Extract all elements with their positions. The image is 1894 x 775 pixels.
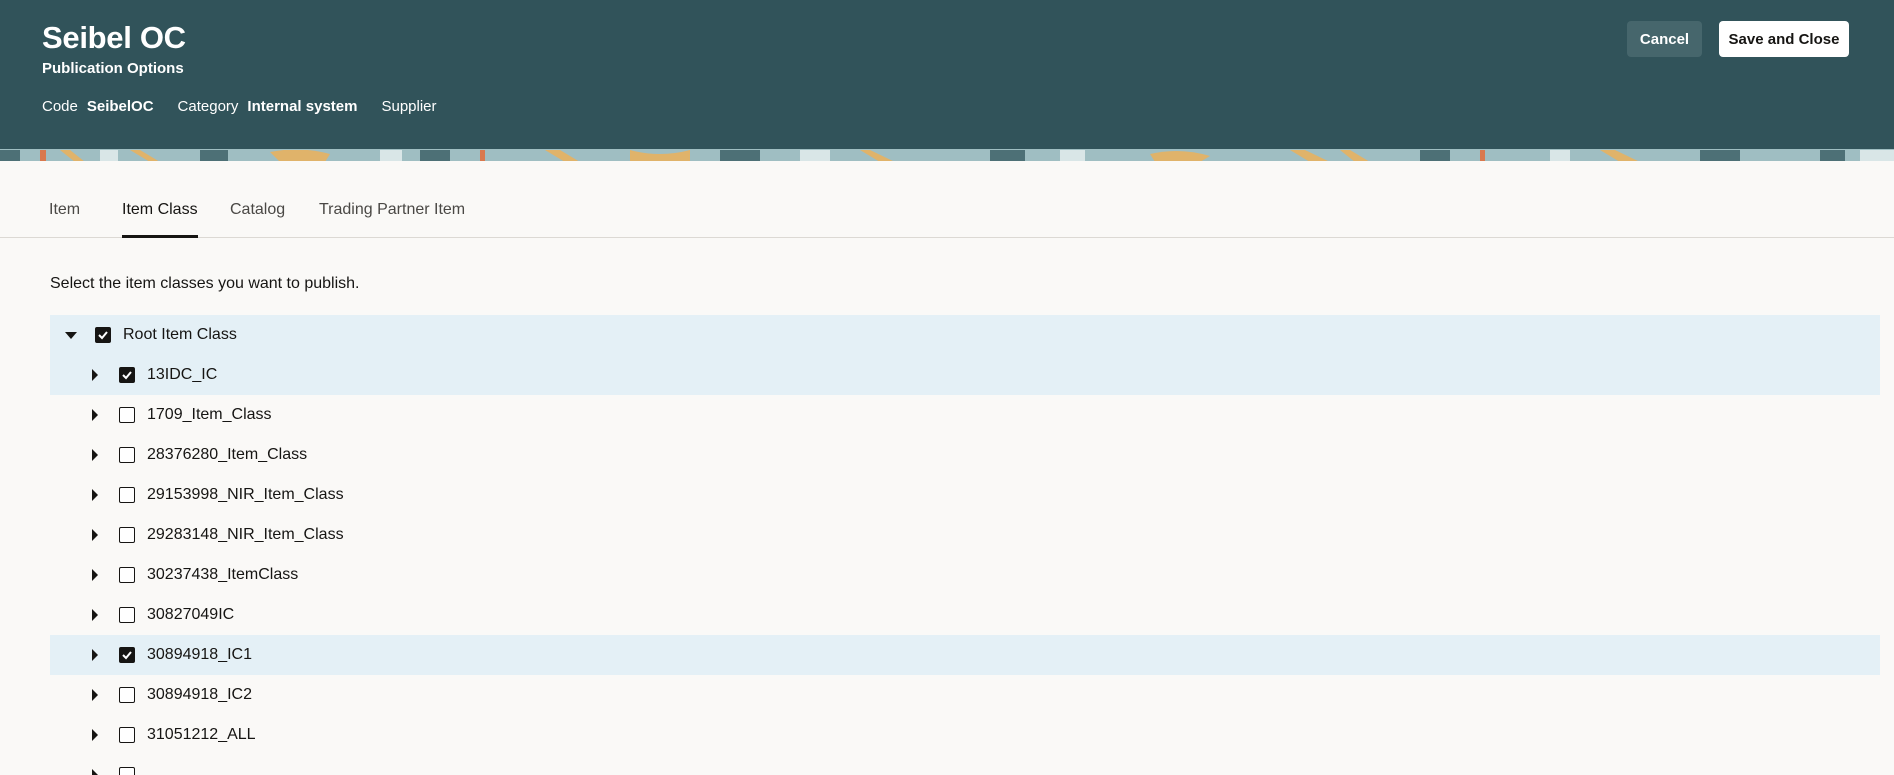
- cancel-button[interactable]: Cancel: [1627, 21, 1702, 57]
- page-subtitle: Publication Options: [42, 60, 184, 77]
- row-checkbox[interactable]: [119, 607, 135, 623]
- tree-row-label: 1709_Item_Class: [147, 406, 272, 423]
- tree-row-label: 30894918_IC1: [147, 646, 252, 663]
- chevron-down-icon[interactable]: [64, 328, 78, 342]
- row-checkbox[interactable]: [119, 367, 135, 383]
- chevron-right-icon[interactable]: [88, 648, 102, 662]
- tree-row-partial: [50, 755, 1880, 775]
- root-checkbox[interactable]: [95, 327, 111, 343]
- chevron-right-icon[interactable]: [88, 568, 102, 582]
- tree-row-label: 28376280_Item_Class: [147, 446, 308, 463]
- tree-row[interactable]: 30237438_ItemClass: [50, 555, 1880, 595]
- code-value: SeibelOC: [86, 98, 154, 115]
- row-checkbox[interactable]: [119, 407, 135, 423]
- chevron-right-icon[interactable]: [88, 448, 102, 462]
- row-checkbox[interactable]: [119, 447, 135, 463]
- tree-row-label: 30827049IC: [147, 606, 235, 623]
- tree-row-label: Root Item Class: [123, 326, 237, 343]
- row-checkbox[interactable]: [119, 727, 135, 743]
- chevron-right-icon[interactable]: [88, 368, 102, 382]
- tree-row-label: 13IDC_IC: [147, 366, 218, 383]
- row-checkbox[interactable]: [119, 647, 135, 663]
- chevron-right-icon[interactable]: [88, 608, 102, 622]
- chevron-right-icon[interactable]: [88, 488, 102, 502]
- chevron-right-icon[interactable]: [88, 728, 102, 742]
- category-value: Internal system: [247, 98, 358, 115]
- banner-pattern-graphic: [0, 149, 1894, 161]
- row-checkbox[interactable]: [119, 487, 135, 503]
- tab-item[interactable]: Item: [49, 201, 80, 238]
- tree-row-label: 29153998_NIR_Item_Class: [147, 486, 344, 503]
- tree-row[interactable]: 29283148_NIR_Item_Class: [50, 515, 1880, 555]
- chevron-right-icon[interactable]: [88, 688, 102, 702]
- tree-row[interactable]: 29153998_NIR_Item_Class: [50, 475, 1880, 515]
- row-checkbox[interactable]: [119, 527, 135, 543]
- code-label: Code: [42, 98, 78, 115]
- tree-row[interactable]: 31051212_ALL: [50, 715, 1880, 755]
- item-class-tree: Root Item Class 13IDC_IC 1709_Item_Class…: [50, 315, 1880, 775]
- tree-row[interactable]: 1709_Item_Class: [50, 395, 1880, 435]
- save-and-close-button[interactable]: Save and Close: [1719, 21, 1849, 57]
- page-title: Seibel OC: [42, 20, 186, 55]
- tab-catalog[interactable]: Catalog: [230, 201, 285, 238]
- tree-row-label: 29283148_NIR_Item_Class: [147, 526, 344, 543]
- tree-row[interactable]: 30894918_IC2: [50, 675, 1880, 715]
- instructions-text: Select the item classes you want to publ…: [50, 275, 360, 292]
- tab-item-class[interactable]: Item Class: [122, 201, 198, 238]
- row-checkbox[interactable]: [119, 767, 135, 775]
- row-checkbox[interactable]: [119, 687, 135, 703]
- tab-bar: Item Item Class Catalog Trading Partner …: [0, 161, 1894, 238]
- chevron-right-icon[interactable]: [88, 408, 102, 422]
- row-checkbox[interactable]: [119, 567, 135, 583]
- category-label: Category: [177, 98, 239, 115]
- tree-row[interactable]: 28376280_Item_Class: [50, 435, 1880, 475]
- decorative-pattern: [0, 0, 1894, 150]
- tree-row[interactable]: 30827049IC: [50, 595, 1880, 635]
- tree-row-label: 30237438_ItemClass: [147, 566, 299, 583]
- tree-row-root[interactable]: Root Item Class: [50, 315, 1880, 355]
- chevron-right-icon[interactable]: [88, 528, 102, 542]
- decorative-banner: [0, 149, 1894, 161]
- page-header: Seibel OC Publication Options Code Seibe…: [0, 0, 1894, 150]
- tree-row[interactable]: 30894918_IC1: [50, 635, 1880, 675]
- type-value: Supplier: [381, 98, 437, 115]
- tab-trading-partner-item[interactable]: Trading Partner Item: [319, 201, 465, 238]
- tree-row-label: 30894918_IC2: [147, 686, 252, 703]
- header-metadata: Code SeibelOC Category Internal system S…: [42, 98, 437, 115]
- chevron-right-icon[interactable]: [88, 768, 102, 775]
- tree-row-label: 31051212_ALL: [147, 726, 256, 743]
- tree-row[interactable]: 13IDC_IC: [50, 355, 1880, 395]
